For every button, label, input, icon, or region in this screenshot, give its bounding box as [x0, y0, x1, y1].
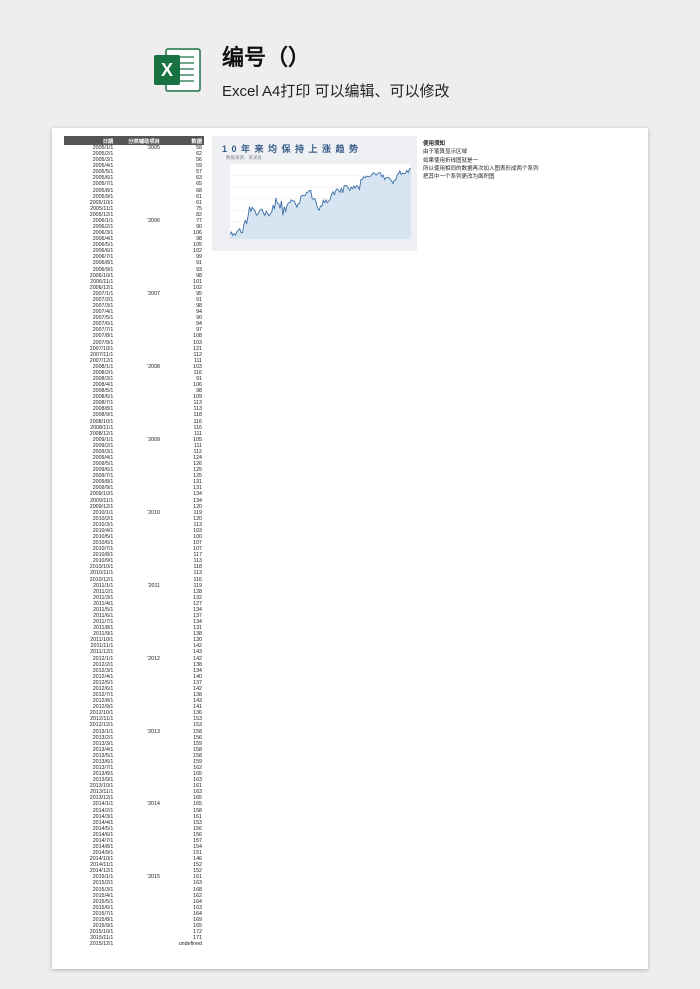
plot-area — [230, 164, 411, 239]
document-header: X 编号（） Excel A4打印 可以编辑、可以修改 — [0, 0, 700, 120]
data-table: 日期 分类辅助项目 数据 2005/1/1 '2005 58 2005/2/1 … — [64, 136, 204, 947]
trend-chart: 1 0 年 来 均 保 持 上 涨 趋 势 数据来源：某某处 — [212, 136, 417, 251]
chart-title: 1 0 年 来 均 保 持 上 涨 趋 势 — [222, 142, 359, 155]
note-line: 把其中一个系列更改为面积图 — [423, 173, 539, 181]
document-title: 编号（） — [222, 40, 450, 72]
page-preview: 日期 分类辅助项目 数据 2005/1/1 '2005 58 2005/2/1 … — [52, 128, 648, 969]
note-line: 由于笔算显示区域 — [423, 148, 539, 156]
header-text: 编号（） Excel A4打印 可以编辑、可以修改 — [222, 40, 450, 101]
excel-icon: X — [150, 43, 204, 97]
cell-group — [115, 941, 162, 947]
notes-title: 使用须知 — [423, 140, 539, 148]
col-date: 日期 — [64, 136, 115, 145]
cell-value: undefined — [162, 941, 204, 947]
svg-text:X: X — [161, 60, 173, 80]
table-header-row: 日期 分类辅助项目 数据 — [64, 136, 204, 145]
note-line: 所以使用相同的数据再次加入图表形成两个系列 — [423, 165, 539, 173]
cell-date: 2015/12/1 — [64, 941, 115, 947]
usage-notes: 使用须知 由于笔算显示区域 如果使用折线图就是一 所以使用相同的数据再次加入图表… — [423, 136, 539, 947]
chart-subtitle: 数据来源：某某处 — [226, 155, 262, 161]
document-subtitle: Excel A4打印 可以编辑、可以修改 — [222, 80, 450, 101]
note-line: 如果使用折线图就是一 — [423, 157, 539, 165]
col-value: 数据 — [162, 136, 204, 145]
col-group: 分类辅助项目 — [115, 136, 162, 145]
table-row: 2015/12/1 undefined — [64, 941, 204, 947]
